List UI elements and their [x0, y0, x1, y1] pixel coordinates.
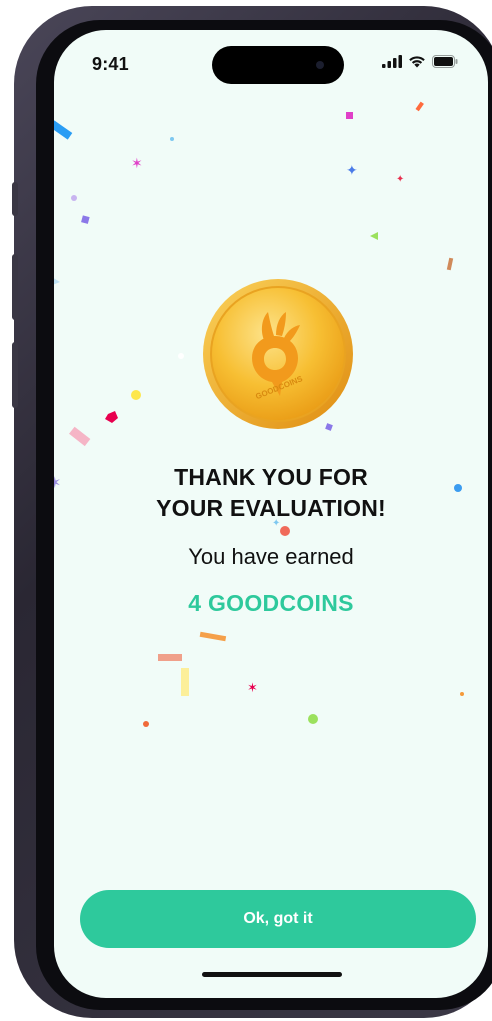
earned-text: You have earned — [188, 544, 354, 569]
goodcoin-icon: GOODCOINS — [203, 279, 353, 429]
thank-you-title: THANK YOU FOR YOUR EVALUATION! — [54, 462, 488, 524]
reward-content: GOODCOINS THANK YOU FOR YOUR EVALUATION!… — [54, 30, 488, 998]
action-button — [12, 182, 18, 216]
phone-screen: ✶ ✦ ✦ ✶ ✦ ✶ 9:41 GOODCOINS THANK YOU FOR… — [54, 30, 488, 998]
title-line-2: YOUR EVALUATION! — [156, 495, 386, 521]
reward-amount: 4 GOODCOINS — [188, 590, 354, 616]
volume-up-button — [12, 254, 18, 320]
volume-down-button — [12, 342, 18, 408]
title-line-1: THANK YOU FOR — [174, 464, 368, 490]
ok-got-it-button[interactable]: Ok, got it — [80, 890, 476, 948]
home-indicator[interactable] — [202, 972, 342, 977]
